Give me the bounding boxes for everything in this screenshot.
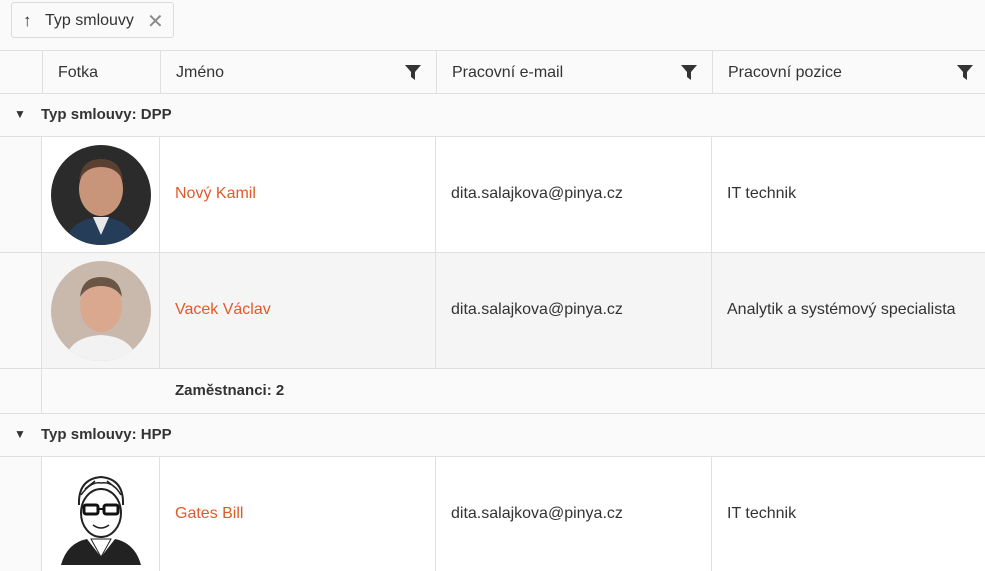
- collapse-triangle-icon[interactable]: ▼: [14, 107, 26, 121]
- column-header-position-label: Pracovní pozice: [728, 64, 842, 81]
- column-header-photo[interactable]: Fotka: [42, 51, 160, 94]
- employee-position: IT technik: [727, 505, 797, 522]
- table-row[interactable]: Nový Kamil dita.salajkova@pinya.cz IT te…: [0, 137, 985, 253]
- cell-position: Analytik a systémový specialista: [712, 253, 985, 368]
- employee-name-link[interactable]: Vacek Václav: [175, 301, 271, 319]
- row-indent: [0, 253, 42, 368]
- employee-email: dita.salajkova@pinya.cz: [451, 185, 623, 202]
- column-header-email-label: Pracovní e-mail: [452, 64, 564, 81]
- employee-name-link[interactable]: Gates Bill: [175, 505, 243, 523]
- filter-icon[interactable]: [405, 65, 421, 80]
- filter-icon[interactable]: [681, 65, 697, 80]
- cell-email: dita.salajkova@pinya.cz: [436, 253, 712, 368]
- cell-photo: [42, 137, 160, 252]
- table-row[interactable]: Vacek Václav dita.salajkova@pinya.cz Ana…: [0, 253, 985, 369]
- group-label: Typ smlouvy: HPP: [41, 426, 172, 443]
- cell-name: Gates Bill: [160, 457, 436, 571]
- column-header-name[interactable]: Jméno: [160, 51, 436, 94]
- cell-position: IT technik: [712, 457, 985, 571]
- column-header-name-label: Jméno: [176, 64, 225, 81]
- cell-position: IT technik: [712, 137, 985, 252]
- cell-photo: [42, 253, 160, 368]
- group-summary-count: Zaměstnanci: 2: [175, 382, 285, 399]
- employee-email: dita.salajkova@pinya.cz: [451, 301, 623, 318]
- row-indent: [0, 137, 42, 252]
- header-indent: [0, 51, 42, 94]
- row-indent: [0, 369, 42, 413]
- column-header-position[interactable]: Pracovní pozice: [712, 51, 985, 94]
- avatar: [51, 465, 151, 565]
- avatar: [51, 145, 151, 245]
- group-chip-contract-type[interactable]: ↑ Typ smlouvy ✕: [11, 2, 174, 38]
- filter-icon[interactable]: [957, 65, 973, 80]
- cell-email: dita.salajkova@pinya.cz: [436, 457, 712, 571]
- group-label: Typ smlouvy: DPP: [41, 106, 172, 123]
- employee-position: IT technik: [727, 185, 797, 202]
- avatar: [51, 261, 151, 361]
- cell-name: Vacek Václav: [160, 253, 436, 368]
- employee-position: Analytik a systémový specialista: [727, 301, 956, 318]
- remove-group-icon[interactable]: ✕: [147, 9, 164, 34]
- sort-ascending-icon[interactable]: ↑: [23, 11, 32, 31]
- collapse-triangle-icon[interactable]: ▼: [14, 427, 26, 441]
- column-header-email[interactable]: Pracovní e-mail: [436, 51, 712, 94]
- cell-photo: [42, 457, 160, 571]
- table-row[interactable]: Gates Bill dita.salajkova@pinya.cz IT te…: [0, 457, 985, 571]
- group-row[interactable]: ▼ Typ smlouvy: DPP: [0, 94, 985, 137]
- employee-name-link[interactable]: Nový Kamil: [175, 185, 256, 203]
- column-header-photo-label: Fotka: [58, 64, 99, 81]
- row-indent: [0, 457, 42, 571]
- group-summary-row: Zaměstnanci: 2: [0, 369, 985, 414]
- grid-header: Fotka Jméno Pracovní e-mail Pracovní poz…: [0, 50, 985, 94]
- employee-email: dita.salajkova@pinya.cz: [451, 505, 623, 522]
- group-panel: ↑ Typ smlouvy ✕: [0, 0, 985, 50]
- cell-name: Nový Kamil: [160, 137, 436, 252]
- group-chip-label: Typ smlouvy: [45, 12, 134, 29]
- data-grid: Fotka Jméno Pracovní e-mail Pracovní poz…: [0, 50, 985, 571]
- group-row[interactable]: ▼ Typ smlouvy: HPP: [0, 414, 985, 457]
- cell-email: dita.salajkova@pinya.cz: [436, 137, 712, 252]
